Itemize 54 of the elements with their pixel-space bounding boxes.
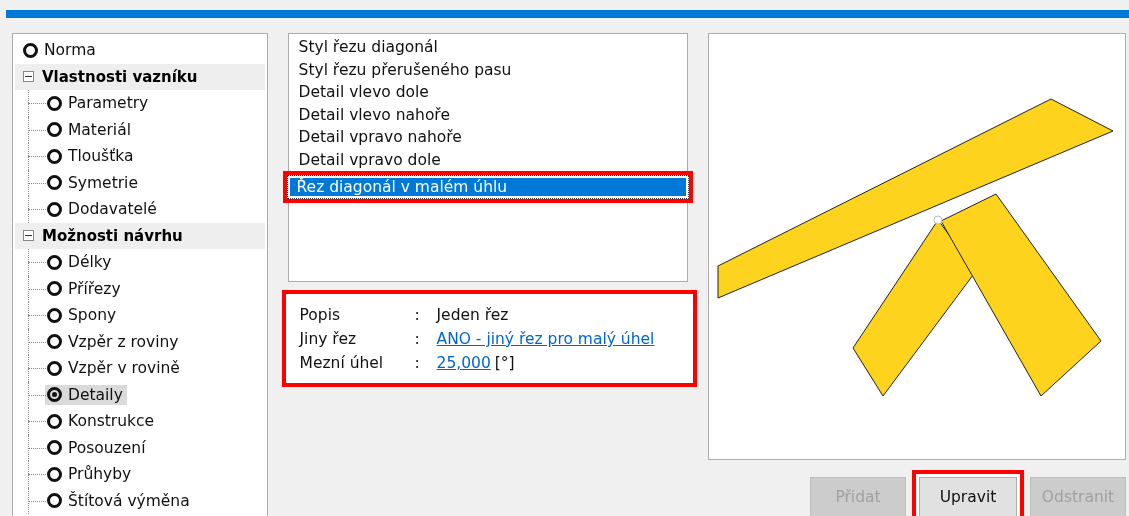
radio-icon <box>47 122 62 138</box>
property-separator: : <box>414 353 421 374</box>
property-separator: : <box>414 329 421 350</box>
property-link[interactable]: ANO - jiný řez pro malý úhel <box>436 328 655 351</box>
property-label: Popis <box>299 305 342 326</box>
radio-icon <box>47 281 62 297</box>
list-item[interactable]: Detail vlevo nahoře <box>288 103 687 126</box>
tree-item[interactable]: Průhyby <box>45 464 136 485</box>
property-label: Jiny řez <box>299 329 358 350</box>
tree-item[interactable]: Spony <box>45 305 121 326</box>
tree-item[interactable]: Posouzení <box>45 437 150 458</box>
list-item[interactable]: Styl řezu přerušeného pasu <box>288 58 687 81</box>
radio-icon <box>47 413 62 429</box>
tree-item[interactable]: Norma <box>21 40 100 61</box>
radio-icon <box>47 201 62 217</box>
property-link[interactable]: 25,000 <box>436 352 491 375</box>
radio-icon <box>47 307 62 323</box>
property-label: Mezní úhel <box>299 353 385 374</box>
radio-icon <box>47 440 62 456</box>
collapse-icon[interactable] <box>23 230 34 242</box>
radio-icon <box>47 95 62 111</box>
unit-label: [°] <box>494 353 515 374</box>
tree-item[interactable]: Dodavatelé <box>45 199 161 220</box>
list-item[interactable]: Řez diagonál v malém úhlu <box>282 171 693 203</box>
list-item[interactable]: Detail vlevo dole <box>288 81 687 104</box>
radio-icon <box>47 334 62 350</box>
tree-item[interactable]: Tloušťka <box>45 146 138 167</box>
list-item[interactable]: Detail vpravo nahoře <box>288 126 687 149</box>
tree-item[interactable]: Štítová výměna <box>45 490 194 511</box>
radio-icon <box>23 42 38 58</box>
radio-icon <box>47 148 62 164</box>
radio-icon <box>47 466 62 482</box>
tree-group-header[interactable]: Vlastnosti vazníku <box>15 63 265 90</box>
property-value: Jeden řez <box>436 305 509 326</box>
tree-group-header[interactable]: Možnosti návrhu <box>15 222 265 249</box>
tree-item[interactable]: Vzpěr v rovině <box>45 358 184 379</box>
tree-item[interactable]: Konstrukce <box>45 411 159 432</box>
tree-item[interactable]: Přířezy <box>45 278 125 299</box>
tree-item[interactable]: Parametry <box>45 93 153 114</box>
tree-item[interactable]: Symetrie <box>45 172 142 193</box>
tree-item[interactable]: Materiál <box>45 119 135 140</box>
radio-icon <box>47 493 62 509</box>
property-separator: : <box>414 305 421 326</box>
tree-item[interactable]: Vzpěr z roviny <box>45 331 183 352</box>
action-button[interactable]: Upravit <box>912 470 1024 516</box>
list-item[interactable]: Detail vpravo dole <box>288 148 687 171</box>
collapse-icon[interactable] <box>23 71 34 83</box>
radio-icon <box>47 387 62 403</box>
list-item[interactable]: Styl řezu diagonál <box>288 36 687 59</box>
radio-icon <box>47 175 62 191</box>
radio-icon <box>47 360 62 376</box>
tree-item[interactable]: Délky <box>45 252 116 273</box>
radio-icon <box>47 254 62 270</box>
tree-item[interactable]: Detaily <box>45 384 127 405</box>
